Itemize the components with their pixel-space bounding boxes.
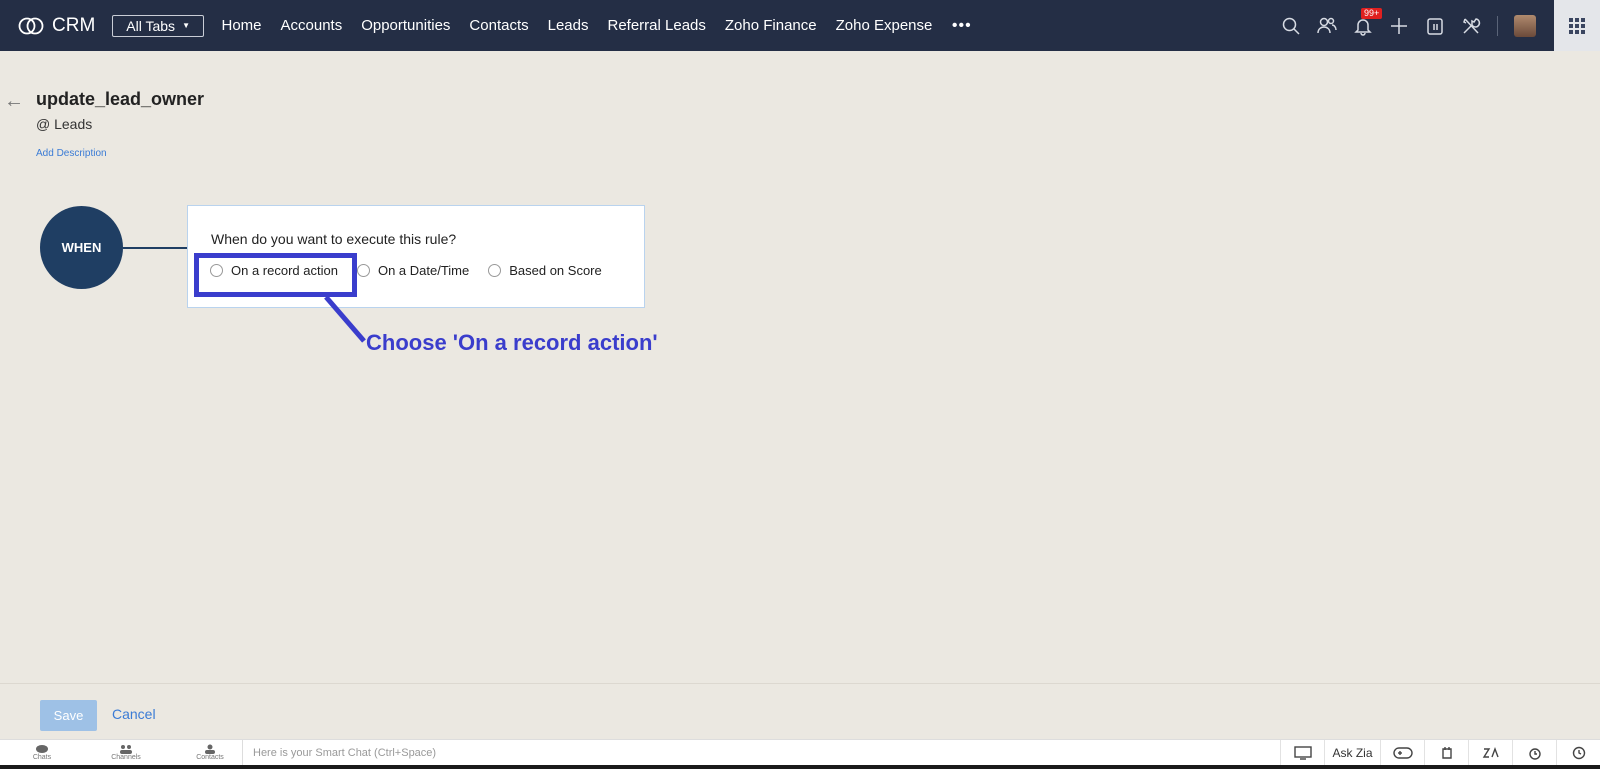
chats-label: Chats — [32, 753, 52, 761]
more-tabs-icon[interactable]: ••• — [952, 17, 972, 35]
tab-contacts[interactable]: Contacts — [460, 17, 538, 34]
channels-label: Channels — [111, 753, 141, 761]
radio-based-on-score[interactable] — [488, 264, 502, 277]
nav-divider — [1497, 15, 1498, 36]
search-icon[interactable] — [1273, 0, 1309, 51]
chat-bar-right-tools: Ask Zia — [1280, 740, 1600, 766]
screen-share-icon[interactable] — [1280, 740, 1324, 766]
nav-right-icons: 99+ — [1273, 0, 1600, 51]
tab-zoho-expense[interactable]: Zoho Expense — [826, 17, 942, 34]
setup-icon[interactable] — [1453, 0, 1489, 51]
notification-badge: 99+ — [1361, 8, 1383, 19]
channels-icon — [120, 744, 132, 754]
tab-zoho-finance[interactable]: Zoho Finance — [715, 17, 826, 34]
tab-referral-leads[interactable]: Referral Leads — [598, 17, 715, 34]
smart-chat-input[interactable]: Here is your Smart Chat (Ctrl+Space) — [242, 740, 1272, 766]
annotation-text: Choose 'On a record action' — [366, 330, 658, 355]
game-controller-icon[interactable] — [1380, 740, 1424, 766]
zia-icon[interactable] — [1468, 740, 1512, 766]
contacts-icon[interactable] — [1309, 0, 1345, 51]
history-icon[interactable] — [1556, 740, 1600, 766]
form-footer: Save Cancel — [0, 683, 1600, 738]
bell-icon[interactable]: 99+ — [1345, 0, 1383, 51]
alarm-clock-icon[interactable] — [1512, 740, 1556, 766]
option-based-on-score-label: Based on Score — [509, 263, 602, 278]
app-launcher-button[interactable] — [1554, 0, 1600, 51]
notes-icon[interactable] — [1424, 740, 1468, 766]
option-based-on-score[interactable]: Based on Score — [488, 263, 602, 278]
annotation-pointer-line — [324, 295, 366, 343]
chat-bar: Chats Channels Contacts Here is your Sma… — [0, 739, 1600, 766]
channels-button[interactable]: Channels — [84, 740, 168, 766]
bottom-edge-strip — [0, 765, 1600, 769]
user-avatar[interactable] — [1514, 14, 1536, 37]
tab-leads[interactable]: Leads — [538, 17, 598, 34]
cancel-button[interactable]: Cancel — [112, 706, 156, 722]
grid-icon — [1569, 17, 1585, 34]
person-icon — [205, 744, 215, 754]
calendar-icon[interactable] — [1417, 0, 1453, 51]
chat-bubble-icon — [36, 744, 48, 753]
chat-contacts-label: Contacts — [196, 753, 224, 761]
save-button[interactable]: Save — [40, 700, 97, 731]
chat-contacts-button[interactable]: Contacts — [168, 740, 252, 766]
chats-button[interactable]: Chats — [0, 740, 84, 766]
ask-zia-button[interactable]: Ask Zia — [1324, 740, 1380, 766]
plus-icon[interactable] — [1381, 0, 1417, 51]
